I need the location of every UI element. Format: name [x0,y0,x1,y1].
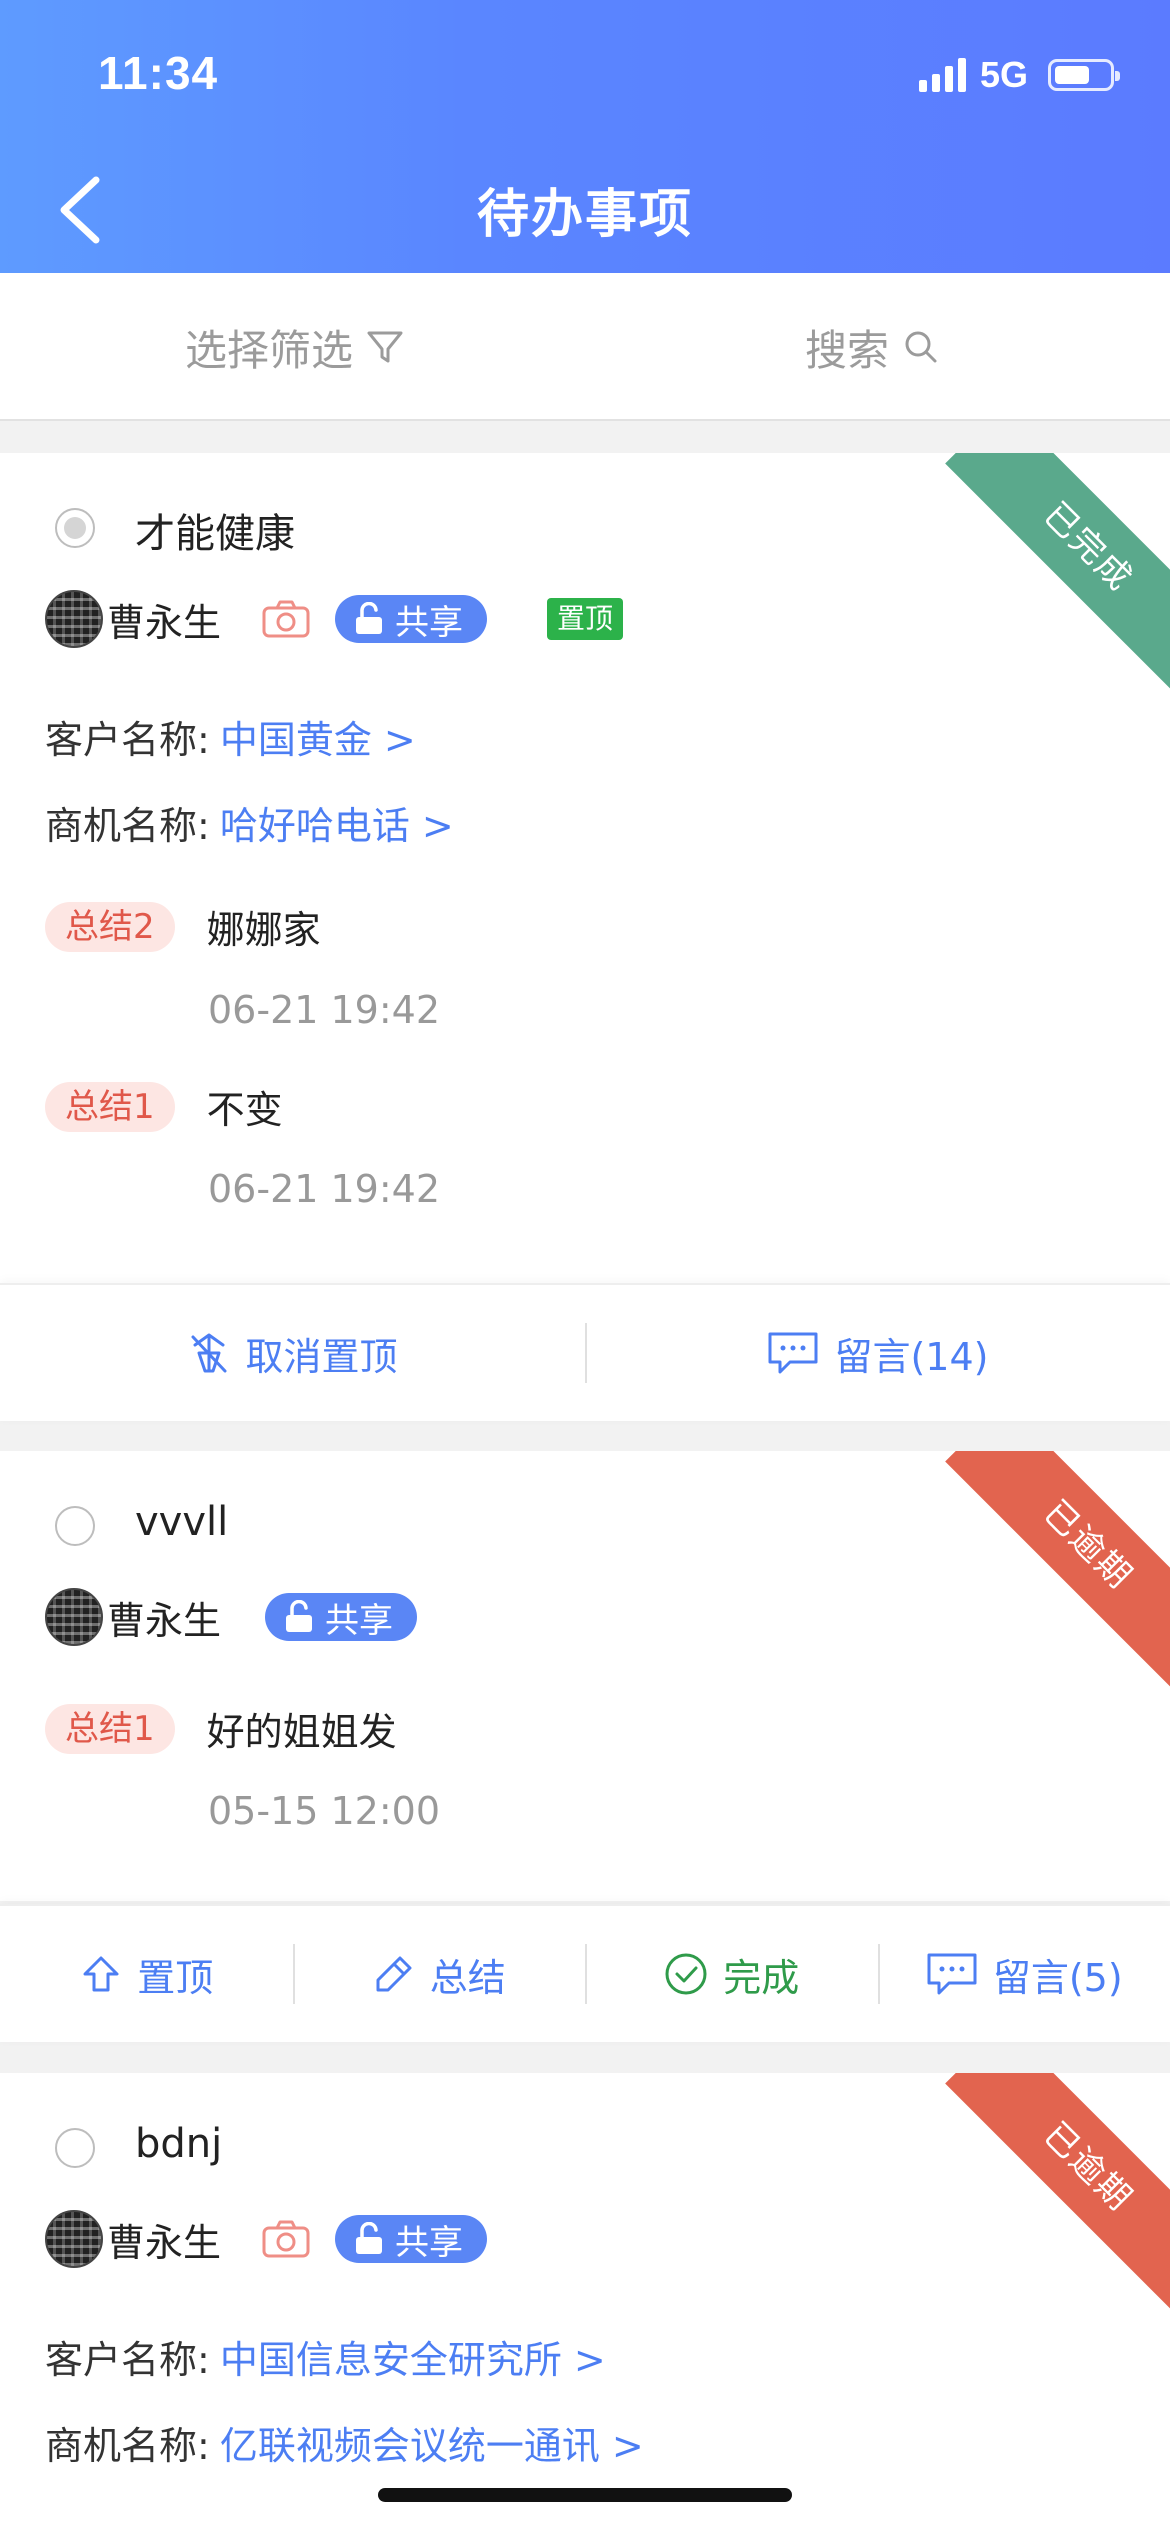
customer-link[interactable]: 中国黄金 > [220,709,416,764]
opportunity-link[interactable]: 亿联视频会议统一通讯 > [220,2415,644,2470]
owner-row: 曹永生 共享 置顶 [45,589,624,649]
unpin-button[interactable]: 取消置顶 [0,1323,585,1383]
owner-row: 曹永生 共享 [45,2209,488,2269]
summary-tag: 总结1 [45,1081,175,1132]
owner-row: 曹永生 共享 [45,1587,418,1647]
customer-row: 客户名称: 中国黄金 > [45,709,416,764]
status-indicators: 5G [918,52,1120,98]
summary-text: 好的姐姐发 [206,1710,397,1754]
filter-label: 选择筛选 [185,325,354,375]
avatar [45,2210,103,2268]
task-title: 才能健康 [135,511,295,557]
opportunity-row: 商机名称: 哈好哈电话 > [45,795,454,850]
customer-label: 客户名称: [45,718,210,762]
summary-item: 总结1 好的姐姐发 [45,1701,397,1756]
owner-name: 曹永生 [107,600,222,645]
opportunity-link[interactable]: 哈好哈电话 > [220,795,454,850]
comment-label: 留言(5) [992,1955,1123,2000]
summary-button[interactable]: 总结 [292,1944,586,2004]
app-header: 11:34 5G 待办事项 [0,0,1170,273]
pin-up-icon [83,1956,119,1992]
opportunity-row: 商机名称: 亿联视频会议统一通讯 > [45,2415,644,2470]
summary-time: 05-15 12:00 [208,1789,441,1833]
unlock-icon [356,2222,383,2254]
summary-item: 总结2 娜娜家 [45,899,321,954]
status-ribbon: 已逾期 [945,1451,1170,1688]
search-icon [905,331,937,363]
share-label: 共享 [395,602,464,643]
comment-label: 留言(14) [834,1334,989,1379]
comment-icon [927,1953,977,1995]
comment-icon [768,1332,818,1374]
pin-button[interactable]: 置顶 [0,1944,293,2004]
share-label: 共享 [325,1600,394,1641]
card-action-bar: 取消置顶 留言(14) [0,1283,1170,1421]
summary-tag: 总结2 [45,901,175,952]
summary-item: 总结1 不变 [45,1079,283,1134]
complete-button[interactable]: 完成 [585,1944,878,2004]
signal-icon [918,58,966,92]
customer-label: 客户名称: [45,2338,210,2382]
task-checkbox[interactable] [55,2128,95,2168]
filter-button[interactable]: 选择筛选 [185,317,405,377]
summary-text: 娜娜家 [206,908,321,952]
funnel-icon [367,331,403,363]
check-circle-icon [665,1953,707,1995]
pen-icon [376,1956,412,1992]
task-title: vvvll [135,1499,229,1545]
page-title: 待办事项 [476,185,693,245]
summary-time: 06-21 19:42 [208,1167,441,1211]
summary-tag: 总结1 [45,1703,175,1754]
search-button[interactable]: 搜索 [805,317,941,377]
summary-label: 总结 [429,1955,506,2000]
pinned-tag: 置顶 [547,598,624,640]
summary-text: 不变 [206,1088,283,1132]
home-indicator[interactable] [378,2488,792,2502]
network-type: 5G [979,54,1028,95]
status-ribbon: 已逾期 [945,2073,1170,2310]
customer-row: 客户名称: 中国信息安全研究所 > [45,2329,606,2384]
battery-icon [1048,59,1120,91]
unpin-icon [191,1333,227,1373]
avatar [45,1588,103,1646]
comment-button[interactable]: 留言(5) [877,1944,1170,2004]
task-card[interactable]: 已完成 才能健康 曹永生 共享 置顶 客户名称: 中国黄金 > 商机名称: 哈好… [0,453,1170,1283]
share-badge[interactable]: 共享 [335,2215,488,2263]
task-card[interactable]: 已逾期 vvvll 曹永生 共享 总结1 好的姐姐发 05-15 12:00 [0,1451,1170,1901]
unlock-icon [286,1600,313,1632]
filter-bar: 选择筛选 搜索 [0,273,1170,421]
task-title: bdnj [135,2121,223,2167]
share-badge[interactable]: 共享 [265,1593,418,1641]
task-card[interactable]: 已逾期 bdnj 曹永生 共享 客户名称: 中国信息安全研究所 > 商机名称: … [0,2073,1170,2532]
owner-name: 曹永生 [107,2220,222,2265]
complete-label: 完成 [723,1955,800,2000]
opportunity-label: 商机名称: [45,2424,210,2468]
summary-time: 06-21 19:42 [208,988,441,1032]
owner-name: 曹永生 [107,1598,222,1643]
status-ribbon: 已完成 [945,453,1170,690]
comment-button[interactable]: 留言(14) [585,1323,1170,1383]
share-badge[interactable]: 共享 [335,595,488,643]
pin-label: 置顶 [137,1955,214,2000]
task-checkbox[interactable] [55,1506,95,1546]
share-label: 共享 [395,2222,464,2263]
card-action-bar: 置顶 总结 完成 留言(5) [0,1904,1170,2042]
task-checkbox[interactable] [55,508,95,548]
avatar [45,590,103,648]
camera-icon[interactable] [261,2219,311,2259]
search-label: 搜索 [805,325,890,375]
unpin-label: 取消置顶 [245,1334,398,1379]
unlock-icon [356,602,383,634]
camera-icon[interactable] [261,599,311,639]
opportunity-label: 商机名称: [45,804,210,848]
status-time: 11:34 [98,47,219,99]
customer-link[interactable]: 中国信息安全研究所 > [220,2329,606,2384]
